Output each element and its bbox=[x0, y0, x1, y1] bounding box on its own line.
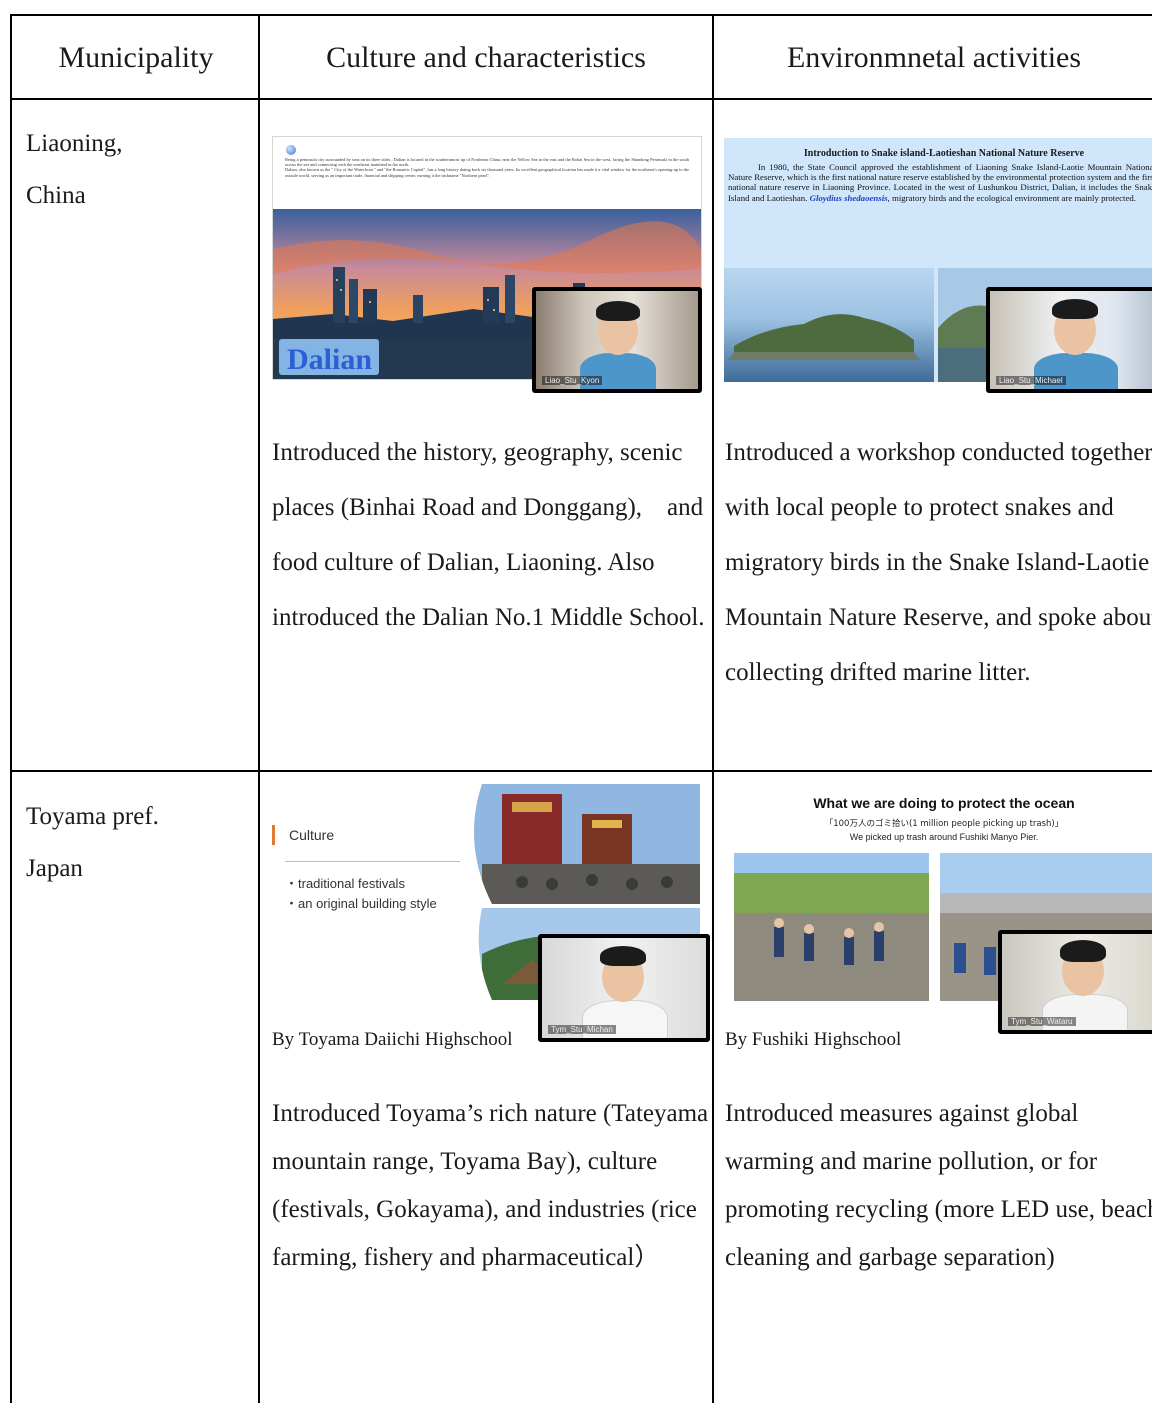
column-divider-1 bbox=[258, 14, 260, 1403]
header-environment: Environmnetal activities bbox=[786, 40, 1082, 74]
dalian-label: Dalian bbox=[287, 343, 373, 376]
video-name-tag: Tym_Stu_Wataru bbox=[1008, 1017, 1076, 1026]
municipality-cell: Liaoning, China bbox=[26, 124, 123, 216]
video-thumbnail-michan: Tym_Stu_Michan bbox=[538, 934, 710, 1042]
comparison-table: Municipality Culture and characteristics… bbox=[10, 14, 1152, 1403]
video-name-tag: Tym_Stu_Michan bbox=[548, 1025, 616, 1034]
municipality-country: Japan bbox=[26, 855, 83, 882]
municipality-name: Liaoning, bbox=[26, 130, 123, 157]
ocean-slide-title: What we are doing to protect the ocean bbox=[813, 795, 1075, 811]
row-divider bbox=[12, 770, 1152, 772]
environment-description: Introduced measures against global warmi… bbox=[725, 1100, 1152, 1271]
culture-description: Introduced the history, geography, sceni… bbox=[272, 439, 705, 631]
ocean-slide-caption: We picked up trash around Fushiki Manyo … bbox=[849, 832, 1039, 842]
snake-island-slide-body-end: , migratory birds and the ecological env… bbox=[887, 192, 1137, 203]
toyama-slide-heading: Culture bbox=[289, 827, 335, 843]
species-name: Gloydius shedaoensis bbox=[809, 192, 888, 203]
column-divider-2 bbox=[712, 14, 714, 1403]
toyama-slide-bullet-2: ・an original building style bbox=[285, 896, 437, 911]
dalian-slide-paragraph-1: Being a peninsula city surrounded by sea… bbox=[285, 157, 689, 168]
culture-byline: By Toyama Daiichi Highschool bbox=[272, 1029, 513, 1050]
municipality-name: Toyama pref. bbox=[26, 803, 159, 830]
video-thumbnail-wataru: Tym_Stu_Wataru bbox=[998, 930, 1152, 1034]
ocean-slide-subtitle: 「100万人のゴミ拾い(1 million people picking up … bbox=[824, 819, 1064, 829]
header-municipality: Municipality bbox=[58, 40, 214, 74]
video-name-tag: Liao_Stu_Michael bbox=[996, 376, 1066, 385]
bubble-icon bbox=[286, 145, 296, 155]
header-culture: Culture and characteristics bbox=[326, 40, 646, 74]
snake-island-slide-title: Introduction to Snake island-Laotieshan … bbox=[803, 148, 1085, 159]
culture-description: Introduced Toyama’s rich nature (Tateyam… bbox=[272, 1100, 709, 1271]
environment-byline: By Fushiki Highschool bbox=[725, 1029, 902, 1050]
slide-divider bbox=[285, 861, 460, 862]
municipality-country: China bbox=[26, 182, 86, 209]
toyama-slide-bullet-1: ・traditional festivals bbox=[285, 876, 405, 891]
video-thumbnail-michael: Liao_Stu_Michael bbox=[986, 287, 1152, 393]
dalian-slide-paragraph-2: Dalian, also known as the " City of the … bbox=[285, 167, 689, 178]
environment-description: Introduced a workshop conducted together… bbox=[725, 439, 1152, 686]
accent-bar bbox=[272, 825, 275, 845]
municipality-cell: Toyama pref. Japan bbox=[26, 797, 159, 889]
video-thumbnail-kyon: Liao_Stu_Kyon bbox=[532, 287, 702, 393]
video-name-tag: Liao_Stu_Kyon bbox=[542, 376, 603, 385]
